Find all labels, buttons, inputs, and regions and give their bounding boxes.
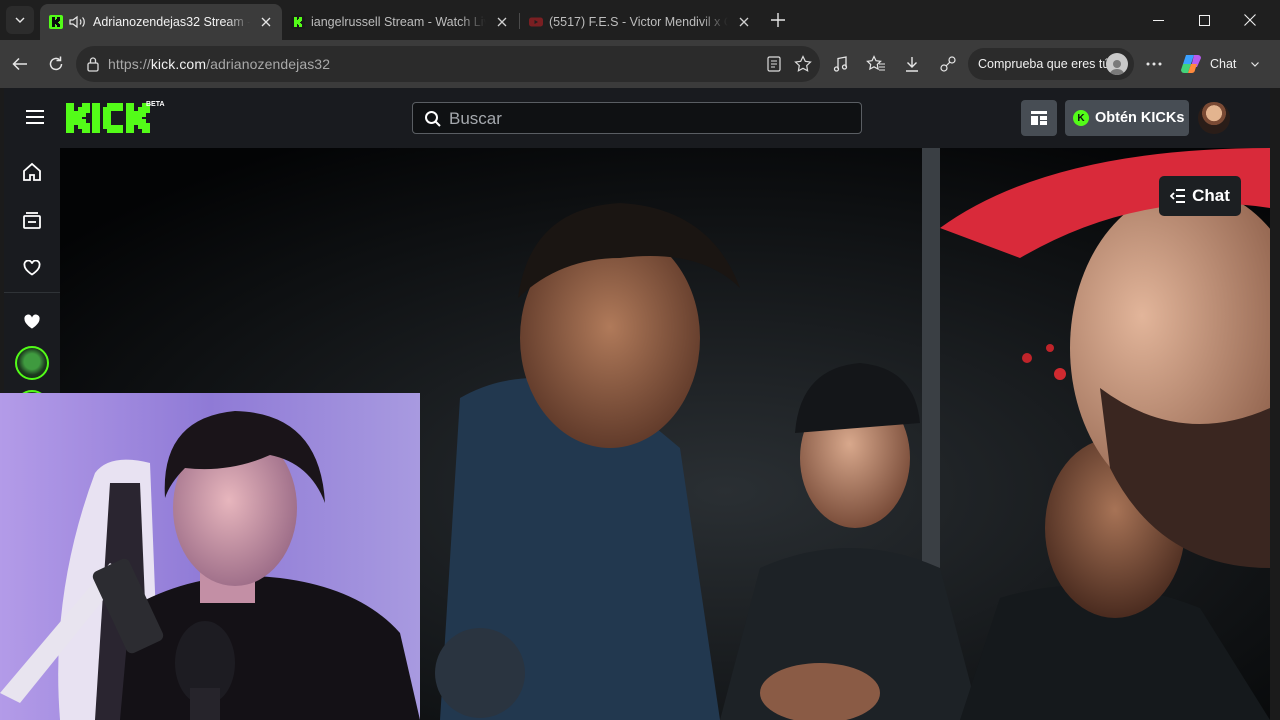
refresh-button[interactable] xyxy=(42,50,70,78)
media-control-button[interactable] xyxy=(827,50,855,78)
reader-view-icon xyxy=(767,56,781,72)
more-options-button[interactable] xyxy=(1140,50,1168,78)
refresh-icon xyxy=(49,56,63,71)
person-icon xyxy=(1109,60,1125,75)
webcam-frame xyxy=(0,393,420,720)
favorite-star-button[interactable] xyxy=(793,54,813,74)
browse-grid-icon xyxy=(1031,111,1047,125)
tab-actions-menu-button[interactable] xyxy=(6,6,34,34)
kick-coin-icon: K xyxy=(1073,110,1089,126)
menu-button[interactable] xyxy=(24,108,48,128)
search-placeholder: Buscar xyxy=(449,109,502,128)
new-tab-button[interactable] xyxy=(766,8,790,32)
reader-view-button[interactable] xyxy=(764,54,784,74)
tab-title: (5517) F.E.S - Victor Mendivil x Oscar M… xyxy=(549,15,728,29)
sidebar-following[interactable] xyxy=(20,256,44,280)
sidebar-home[interactable] xyxy=(20,160,44,184)
chevron-down-icon xyxy=(1251,62,1260,67)
verify-label: Comprueba que eres tú xyxy=(978,57,1110,71)
chat-expand-icon xyxy=(1170,189,1186,203)
heart-filled-icon xyxy=(24,314,40,329)
favorites-button[interactable] xyxy=(862,50,890,78)
kick-logo[interactable]: BETA xyxy=(66,101,166,138)
minimize-icon xyxy=(1152,19,1164,21)
copilot-label: Chat xyxy=(1210,57,1237,71)
chat-toggle-button[interactable]: Chat xyxy=(1159,176,1241,216)
tab-close-button[interactable] xyxy=(492,12,512,32)
back-button[interactable] xyxy=(6,50,34,78)
close-window-button[interactable] xyxy=(1227,0,1273,40)
profile-avatar xyxy=(1106,53,1128,75)
downloads-button[interactable] xyxy=(898,50,926,78)
get-kicks-label: Obtén KICKs xyxy=(1095,110,1185,126)
arrow-left-icon xyxy=(12,57,27,71)
download-icon xyxy=(906,57,918,72)
lock-icon xyxy=(87,57,99,72)
extensions-button[interactable] xyxy=(934,50,962,78)
plus-icon xyxy=(771,13,785,27)
tab-kick-adrianozendejas32[interactable]: Adrianozendejas32 Stream - Watch Live on… xyxy=(40,4,282,40)
sidebar-browse[interactable] xyxy=(20,208,44,232)
more-horizontal-icon xyxy=(1146,62,1162,66)
kick-icon xyxy=(291,15,305,29)
tab-close-button[interactable] xyxy=(734,12,754,32)
copilot-icon xyxy=(1181,55,1201,73)
maximize-icon xyxy=(1198,14,1210,26)
chat-toggle-label: Chat xyxy=(1192,186,1230,205)
home-icon xyxy=(23,162,41,181)
tab-youtube-fes[interactable]: (5517) F.E.S - Victor Mendivil x Oscar M… xyxy=(520,4,760,40)
tab-close-button[interactable] xyxy=(256,12,276,32)
tab-kick-iangelrussell[interactable]: iangelrussell Stream - Watch Live on Kic… xyxy=(282,4,518,40)
url-text: https://kick.com/adrianozendejas32 xyxy=(108,56,331,72)
followed-channels-header xyxy=(20,310,44,334)
maximize-button[interactable] xyxy=(1181,0,1227,40)
kick-header: BETA Buscar K Obtén KICKs xyxy=(4,88,1270,148)
extensions-icon xyxy=(940,56,956,72)
browse-icon xyxy=(23,212,41,229)
music-note-icon xyxy=(833,56,848,72)
close-icon xyxy=(261,17,271,27)
webcam-overlay xyxy=(0,393,420,720)
chevron-down-icon xyxy=(15,17,25,23)
copilot-chat-button[interactable]: Chat xyxy=(1172,48,1272,80)
star-icon xyxy=(794,55,812,72)
search-icon xyxy=(425,111,441,127)
search-input[interactable]: Buscar xyxy=(412,102,862,134)
get-kicks-button[interactable]: K Obtén KICKs xyxy=(1065,100,1189,136)
close-icon xyxy=(497,17,507,27)
browser-toolbar: https://kick.com/adrianozendejas32 Compr… xyxy=(0,40,1280,88)
followed-channel-avatar[interactable] xyxy=(15,346,49,380)
hamburger-icon xyxy=(26,110,44,124)
heart-outline-icon xyxy=(23,260,41,276)
beta-badge: BETA xyxy=(146,101,165,108)
minimize-button[interactable] xyxy=(1135,0,1181,40)
address-bar[interactable]: https://kick.com/adrianozendejas32 xyxy=(76,46,820,82)
tab-title: iangelrussell Stream - Watch Live on Kic… xyxy=(311,15,486,29)
tab-title: Adrianozendejas32 Stream - Watch Live on… xyxy=(93,15,250,29)
close-icon xyxy=(739,17,749,27)
browse-button[interactable] xyxy=(1021,100,1057,136)
kick-icon xyxy=(49,15,63,29)
user-avatar[interactable] xyxy=(1198,102,1230,134)
close-icon xyxy=(1244,14,1256,26)
favorites-icon xyxy=(866,55,885,71)
profile-verify-button[interactable]: Comprueba que eres tú xyxy=(968,48,1134,80)
browser-tab-strip: Adrianozendejas32 Stream - Watch Live on… xyxy=(0,0,1280,40)
sidebar-divider xyxy=(4,292,60,293)
youtube-icon xyxy=(529,17,543,27)
speaker-icon[interactable] xyxy=(69,15,87,29)
